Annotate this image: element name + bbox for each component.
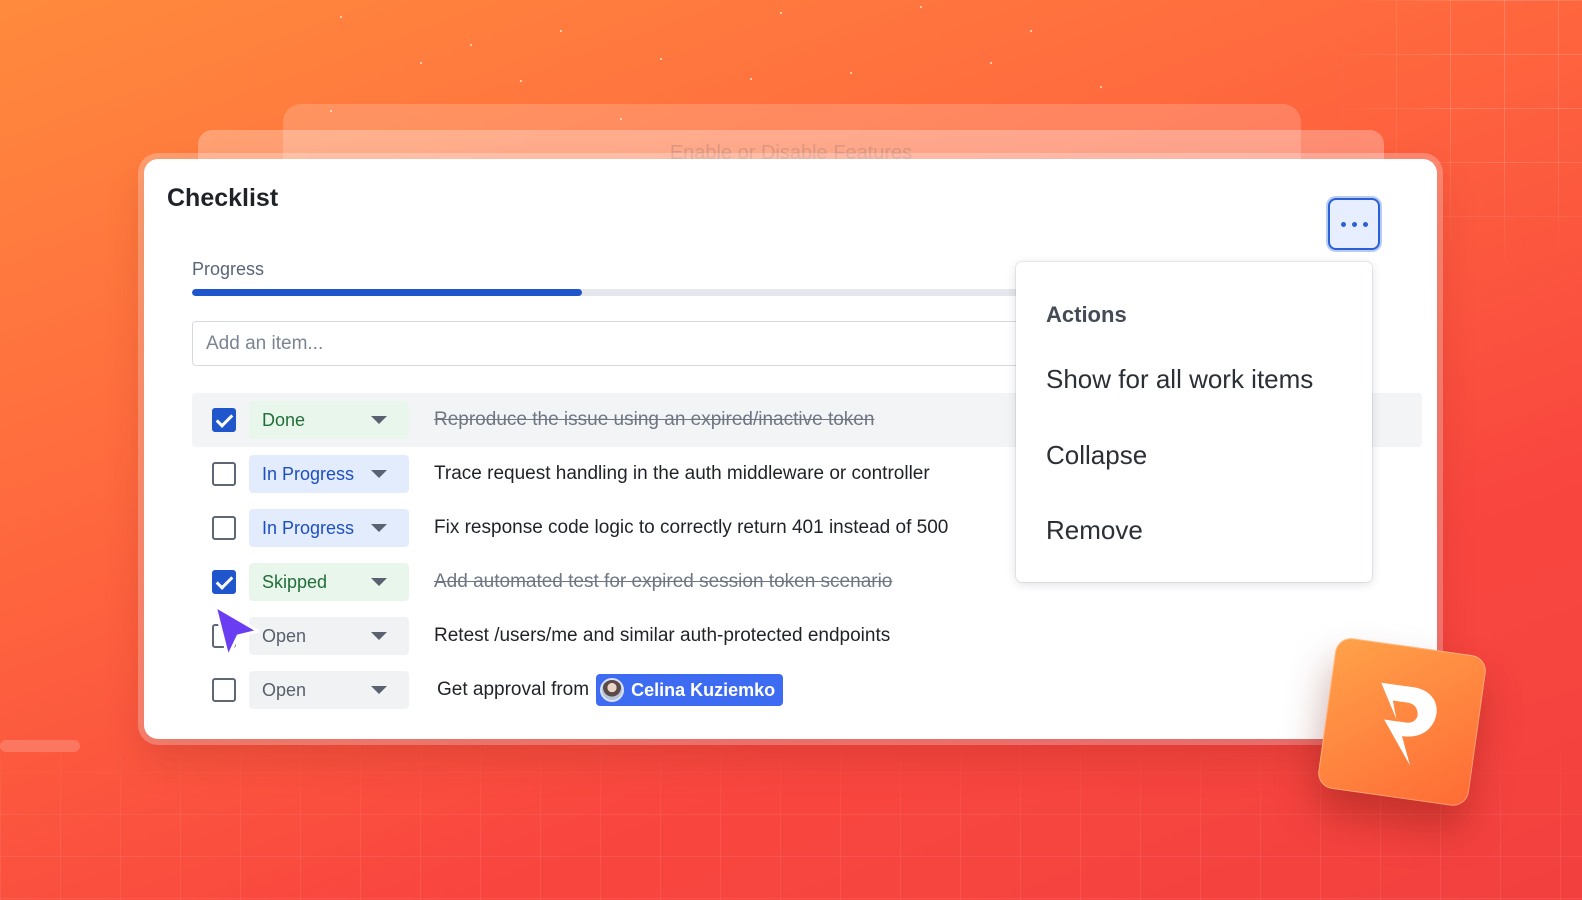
star-dot <box>990 62 992 64</box>
item-text-prefix: Get approval from <box>437 679 590 700</box>
background-glare <box>0 740 80 752</box>
status-select[interactable]: Open <box>249 671 409 709</box>
item-checkbox[interactable] <box>212 516 236 540</box>
mention-name: Celina Kuziemko <box>631 679 776 700</box>
panel-title: Checklist <box>167 184 279 212</box>
dropdown-heading: Actions <box>1046 302 1127 327</box>
progress-bar <box>192 289 1022 296</box>
menu-item-remove[interactable]: Remove <box>1046 515 1143 546</box>
status-label: Open <box>262 625 307 646</box>
star-dot <box>520 80 522 82</box>
chevron-down-icon <box>371 470 387 478</box>
item-checkbox[interactable] <box>212 408 236 432</box>
chevron-down-icon <box>371 686 387 694</box>
status-label: Open <box>262 679 307 700</box>
more-horizontal-icon <box>1340 221 1346 227</box>
item-text: Reproduce the issue using an expired/ina… <box>434 409 875 430</box>
status-select[interactable]: Skipped <box>249 563 409 601</box>
user-mention-chip[interactable]: Celina Kuziemko <box>596 674 784 706</box>
status-label: In Progress <box>262 463 355 484</box>
brand-logo-icon <box>1316 636 1488 808</box>
item-text: Retest /users/me and similar auth-protec… <box>434 625 891 646</box>
star-dot <box>750 78 752 80</box>
avatar <box>600 678 625 702</box>
star-dot <box>470 44 472 46</box>
more-actions-button[interactable] <box>1328 198 1380 250</box>
chevron-down-icon <box>371 578 387 586</box>
star-dot <box>340 16 342 18</box>
progress-label: Progress <box>192 259 265 279</box>
star-dot <box>420 62 422 64</box>
item-text: Add automated test for expired session t… <box>434 571 893 592</box>
status-select[interactable]: In Progress <box>249 509 409 547</box>
status-select[interactable]: In Progress <box>249 455 409 493</box>
more-horizontal-icon-dot <box>1351 221 1357 227</box>
star-dot <box>780 12 782 14</box>
item-checkbox[interactable] <box>212 570 236 594</box>
chevron-down-icon <box>371 524 387 532</box>
pointer-cursor-icon <box>213 604 260 659</box>
star-dot <box>1100 86 1102 88</box>
more-horizontal-icon-dot <box>1362 221 1368 227</box>
menu-item-collapse[interactable]: Collapse <box>1046 440 1147 471</box>
star-dot <box>920 6 922 8</box>
star-dot <box>660 58 662 60</box>
checklist-item: Open Get approval from Celina Kuziemko <box>192 663 1422 717</box>
status-select[interactable]: Done <box>249 401 409 439</box>
status-select[interactable]: Open <box>249 617 409 655</box>
chevron-down-icon <box>371 416 387 424</box>
item-text: Fix response code logic to correctly ret… <box>434 517 949 538</box>
star-dot <box>560 30 562 32</box>
checklist-item: Open Retest /users/me and similar auth-pr… <box>192 609 1422 663</box>
menu-item-show-for-all[interactable]: Show for all work items <box>1046 364 1313 395</box>
status-label: Skipped <box>262 571 328 592</box>
item-checkbox[interactable] <box>212 678 236 702</box>
item-text: Trace request handling in the auth middl… <box>434 463 930 484</box>
progress-bar-fill <box>192 289 583 296</box>
chevron-down-icon <box>371 632 387 640</box>
star-dot <box>850 72 852 74</box>
add-item-input[interactable] <box>192 321 1022 366</box>
status-label: In Progress <box>262 517 355 538</box>
item-checkbox[interactable] <box>212 462 236 486</box>
item-text: Get approval from Celina Kuziemko <box>437 674 784 706</box>
actions-dropdown: Actions Show for all work items Collapse… <box>1016 262 1372 582</box>
star-dot <box>1030 30 1032 32</box>
status-label: Done <box>262 409 306 430</box>
